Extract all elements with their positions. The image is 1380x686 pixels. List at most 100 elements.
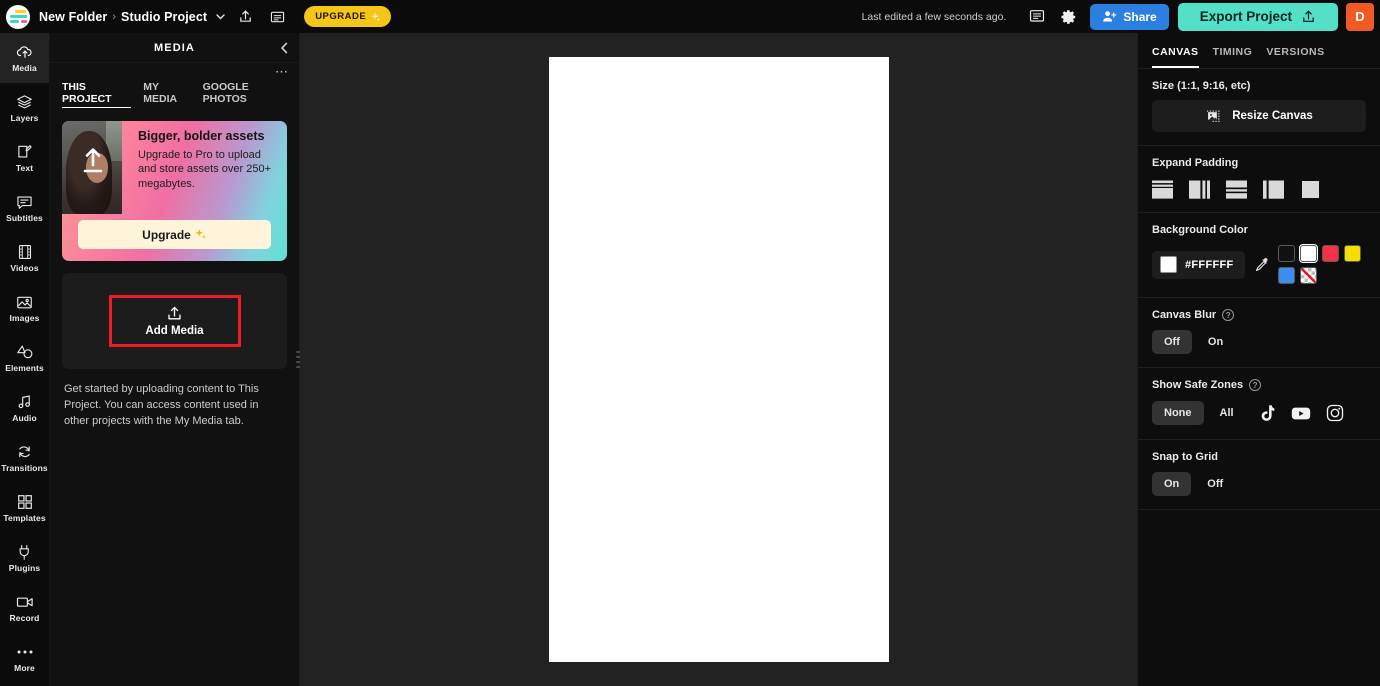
- sidebar-item-subtitles[interactable]: Subtitles: [0, 183, 49, 233]
- sidebar-item-plugins[interactable]: Plugins: [0, 533, 49, 583]
- canvas-blur-section: Canvas Blur ? Off On: [1138, 298, 1380, 368]
- plug-icon: [17, 544, 32, 561]
- sidebar-item-text[interactable]: Text: [0, 133, 49, 183]
- sidebar-item-more[interactable]: More: [0, 633, 49, 683]
- background-hex-field[interactable]: #FFFFFF: [1152, 250, 1245, 279]
- resize-canvas-button[interactable]: Resize Canvas: [1152, 100, 1366, 132]
- media-dropzone-area[interactable]: Add Media: [62, 273, 287, 369]
- upgrade-label: UPGRADE: [315, 11, 367, 22]
- tab-my-media[interactable]: MY MEDIA: [143, 81, 190, 108]
- sidebar-item-transitions[interactable]: Transitions: [0, 433, 49, 483]
- pad-none-icon[interactable]: [1300, 180, 1321, 199]
- text-edit-icon: [17, 144, 33, 161]
- sidebar-label: Record: [9, 612, 40, 623]
- current-color-chip: [1160, 256, 1177, 273]
- sidebar-item-elements[interactable]: Elements: [0, 333, 49, 383]
- safe-zone-option-all[interactable]: All: [1208, 401, 1246, 425]
- sidebar-label: Templates: [3, 512, 46, 523]
- snap-option-on[interactable]: On: [1152, 472, 1192, 496]
- expand-padding-title: Expand Padding: [1152, 157, 1239, 169]
- sidebar-label: Transitions: [1, 462, 48, 473]
- app-logo[interactable]: [6, 4, 30, 29]
- pad-left-right-icon[interactable]: [1189, 180, 1210, 199]
- properties-panel: CANVAS TIMING VERSIONS Size (1:1, 9:16, …: [1137, 33, 1380, 686]
- sidebar-item-videos[interactable]: Videos: [0, 233, 49, 283]
- add-media-button[interactable]: Add Media: [108, 295, 241, 347]
- pad-top-bottom-icon[interactable]: [1152, 180, 1173, 199]
- expand-padding-section: Expand Padding: [1138, 146, 1380, 213]
- gear-icon[interactable]: [1056, 4, 1082, 30]
- sidebar-item-templates[interactable]: Templates: [0, 483, 49, 533]
- swatch-yellow[interactable]: [1343, 245, 1361, 262]
- blur-option-on[interactable]: On: [1196, 330, 1235, 354]
- subtitles-icon: [16, 194, 33, 211]
- youtube-icon[interactable]: [1288, 400, 1314, 426]
- user-avatar[interactable]: D: [1346, 2, 1374, 31]
- canvas-artboard[interactable]: [548, 57, 889, 662]
- breadcrumb-project[interactable]: Studio Project: [121, 10, 207, 24]
- help-icon[interactable]: ?: [1249, 379, 1262, 391]
- export-project-button[interactable]: Export Project: [1177, 2, 1338, 31]
- templates-grid-icon: [17, 494, 33, 511]
- snap-option-off[interactable]: Off: [1195, 472, 1235, 496]
- tab-this-project[interactable]: THIS PROJECT: [62, 81, 132, 108]
- sidebar-item-media[interactable]: Media: [0, 33, 49, 83]
- help-icon[interactable]: ?: [1222, 309, 1235, 321]
- export-label: Export Project: [1199, 9, 1292, 24]
- eyedropper-icon[interactable]: [1254, 257, 1269, 272]
- sidebar-item-record[interactable]: Record: [0, 583, 49, 633]
- pad-bottom-icon[interactable]: [1226, 180, 1247, 199]
- tab-timing[interactable]: TIMING: [1213, 46, 1253, 68]
- upgrade-promo-card[interactable]: Bigger, bolder assets Upgrade to Pro to …: [62, 121, 287, 261]
- sidebar-label: Layers: [10, 112, 39, 123]
- tab-canvas[interactable]: CANVAS: [1152, 46, 1199, 68]
- tab-versions[interactable]: VERSIONS: [1266, 46, 1324, 68]
- audio-note-icon: [17, 394, 33, 411]
- sidebar-label: Images: [9, 312, 40, 323]
- left-rail: Media Layers Text Subtitles Videos Image…: [0, 33, 50, 686]
- background-color-section: Background Color #FFFFFF: [1138, 213, 1380, 298]
- chevron-down-icon[interactable]: [215, 11, 226, 22]
- sidebar-label: Text: [15, 162, 34, 173]
- sidebar-item-images[interactable]: Images: [0, 283, 49, 333]
- sidebar-label: Audio: [12, 412, 37, 423]
- notes-icon[interactable]: [264, 4, 290, 30]
- media-source-tabs: THIS PROJECT MY MEDIA GOOGLE PHOTOS: [50, 76, 299, 115]
- size-section: Size (1:1, 9:16, etc) Resize Canvas: [1138, 69, 1380, 146]
- comment-icon[interactable]: [1024, 4, 1050, 30]
- breadcrumb-separator: ›: [112, 10, 117, 23]
- sidebar-item-audio[interactable]: Audio: [0, 383, 49, 433]
- swatch-black[interactable]: [1277, 245, 1295, 262]
- promo-upgrade-button[interactable]: Upgrade: [78, 220, 271, 249]
- sidebar-label: More: [14, 662, 35, 673]
- sidebar-item-layers[interactable]: Layers: [0, 83, 49, 133]
- media-overflow-menu-icon[interactable]: ⋯: [50, 63, 299, 78]
- export-upload-icon: [1301, 9, 1316, 24]
- tab-google-photos[interactable]: GOOGLE PHOTOS: [203, 81, 287, 108]
- swatch-transparent[interactable]: [1299, 267, 1317, 284]
- breadcrumb-folder[interactable]: New Folder: [39, 10, 107, 24]
- safe-zones-title: Show Safe Zones: [1152, 379, 1244, 391]
- media-cloud-icon: [16, 44, 34, 61]
- chevron-left-icon[interactable]: [279, 41, 290, 54]
- swatch-red[interactable]: [1321, 245, 1339, 262]
- instagram-icon[interactable]: [1322, 400, 1348, 426]
- share-button[interactable]: Share: [1090, 3, 1169, 30]
- upload-arrow-icon: [82, 145, 104, 177]
- swatch-white[interactable]: [1298, 244, 1318, 263]
- pad-left-icon[interactable]: [1263, 180, 1284, 199]
- canvas-stage[interactable]: [300, 33, 1137, 686]
- share-upload-icon[interactable]: [232, 4, 258, 30]
- promo-thumbnail: [62, 121, 122, 214]
- size-section-title: Size (1:1, 9:16, etc): [1152, 80, 1251, 92]
- promo-body: Upgrade to Pro to upload and store asset…: [138, 148, 271, 191]
- layers-icon: [16, 94, 33, 111]
- safe-zone-option-none[interactable]: None: [1152, 401, 1204, 425]
- tiktok-icon[interactable]: [1254, 400, 1280, 426]
- blur-option-off[interactable]: Off: [1152, 330, 1192, 354]
- upgrade-button[interactable]: UPGRADE: [304, 6, 392, 27]
- image-icon: [16, 294, 33, 311]
- properties-tabs: CANVAS TIMING VERSIONS: [1138, 33, 1380, 69]
- avatar-initial: D: [1355, 9, 1365, 24]
- swatch-blue[interactable]: [1277, 267, 1295, 284]
